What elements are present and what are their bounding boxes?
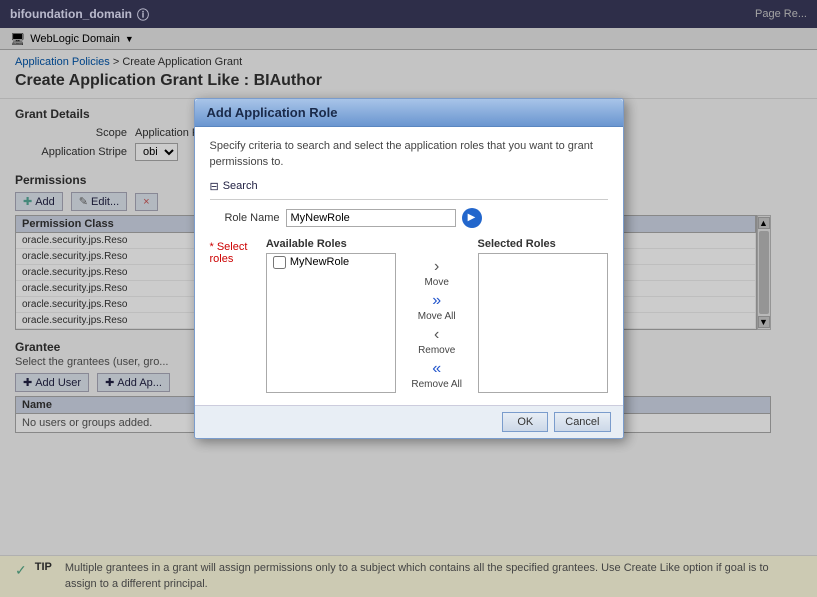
- select-roles-label: * Select roles: [210, 238, 262, 265]
- role-checkbox[interactable]: [273, 256, 286, 269]
- remove-all-button[interactable]: « Remove All: [411, 360, 462, 390]
- modal-overlay: Add Application Role Specify criteria to…: [0, 0, 817, 597]
- move-buttons: › Move » Move All ‹ Remove «: [404, 238, 470, 390]
- role-item-label: MyNewRole: [290, 256, 349, 268]
- remove-all-arrow-icon: «: [432, 360, 441, 378]
- add-application-role-modal: Add Application Role Specify criteria to…: [194, 98, 624, 439]
- search-go-icon: ▶: [468, 212, 476, 223]
- move-arrow-icon: ›: [434, 258, 439, 276]
- list-item: MyNewRole: [267, 254, 395, 271]
- remove-label: Remove: [418, 345, 455, 356]
- ok-button[interactable]: OK: [502, 412, 548, 432]
- move-button[interactable]: › Move: [424, 258, 448, 288]
- move-label: Move: [424, 277, 448, 288]
- search-divider: [210, 199, 608, 200]
- modal-description: Specify criteria to search and select th…: [210, 139, 608, 170]
- role-name-input[interactable]: [286, 209, 456, 227]
- role-name-label: Role Name: [210, 212, 280, 224]
- search-toggle-icon: ⊟: [210, 180, 219, 193]
- move-all-button[interactable]: » Move All: [418, 292, 456, 322]
- modal-footer: OK Cancel: [195, 405, 623, 438]
- modal-title: Add Application Role: [207, 105, 611, 120]
- selected-roles-list: [478, 253, 608, 393]
- modal-body: Specify criteria to search and select th…: [195, 127, 623, 405]
- search-section: ⊟ Search Role Name ▶: [210, 180, 608, 228]
- search-toggle-label: Search: [223, 180, 258, 192]
- move-all-label: Move All: [418, 311, 456, 322]
- available-roles-list: MyNewRole: [266, 253, 396, 393]
- remove-all-label: Remove All: [411, 379, 462, 390]
- search-row: Role Name ▶: [210, 208, 608, 228]
- modal-header: Add Application Role: [195, 99, 623, 127]
- remove-button[interactable]: ‹ Remove: [418, 326, 455, 356]
- search-toggle[interactable]: ⊟ Search: [210, 180, 608, 193]
- cancel-button[interactable]: Cancel: [554, 412, 610, 432]
- move-all-arrow-icon: »: [432, 292, 441, 310]
- search-go-button[interactable]: ▶: [462, 208, 482, 228]
- role-selector: * Select roles Available Roles MyNewRole: [210, 238, 608, 393]
- remove-arrow-icon: ‹: [434, 326, 439, 344]
- selected-roles-title: Selected Roles: [478, 238, 608, 250]
- available-roles-title: Available Roles: [266, 238, 396, 250]
